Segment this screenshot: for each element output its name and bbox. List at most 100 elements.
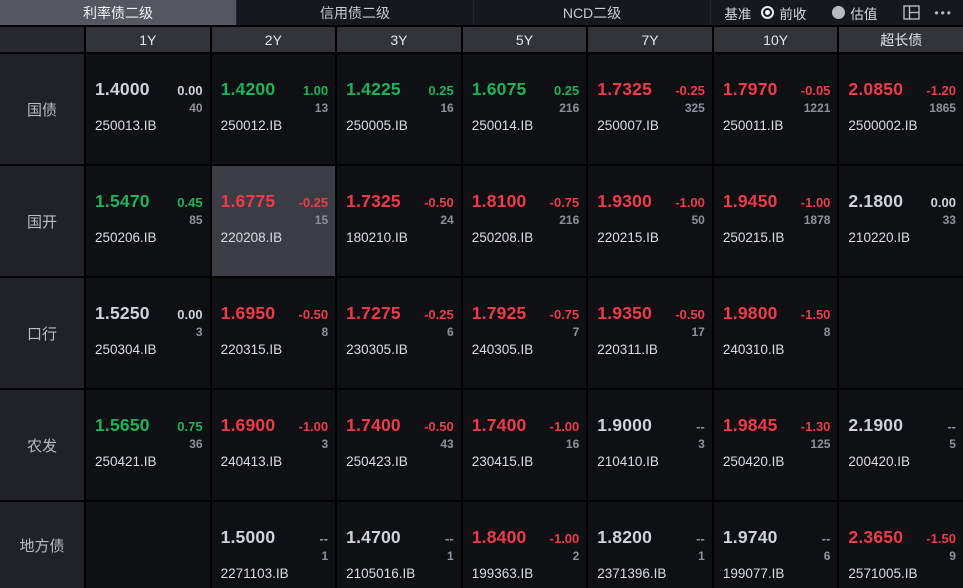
bond-cell[interactable]: 1.8200 -- 1 2371396.IB — [588, 502, 712, 588]
column-header: 超长债 — [839, 27, 963, 52]
yield-value: 1.9300 — [597, 191, 653, 211]
radio-valuation[interactable]: 估值 — [832, 3, 877, 23]
yield-value: 1.7925 — [471, 303, 527, 323]
trade-count: 16 — [565, 437, 580, 451]
change-value: 0.25 — [428, 83, 454, 98]
bond-cell[interactable]: 1.4225 0.25 16 250005.IB — [337, 54, 461, 164]
bond-code: 250011.IB — [722, 118, 784, 133]
row-label: 地方债 — [0, 502, 84, 588]
bond-code: 250421.IB — [95, 454, 157, 469]
trade-count: 50 — [691, 213, 705, 227]
bond-code: 250014.IB — [471, 118, 534, 133]
trade-count: 13 — [314, 101, 329, 115]
bond-code: 240305.IB — [471, 342, 534, 357]
radio-unselected-icon — [832, 6, 846, 19]
bond-code: 220215.IB — [597, 230, 659, 245]
yield-value: 2.0850 — [848, 79, 904, 99]
bond-cell[interactable]: 1.7325 -0.25 325 250007.IB — [588, 54, 712, 164]
change-value: -0.50 — [424, 419, 454, 434]
bond-code: 250208.IB — [471, 230, 534, 245]
trade-count: 15 — [314, 213, 329, 227]
yield-value: 1.4225 — [346, 79, 401, 99]
bond-cell[interactable]: 1.7400 -0.50 43 250423.IB — [337, 390, 461, 500]
yield-value: 1.6950 — [220, 303, 276, 323]
change-value: 0.00 — [930, 195, 956, 210]
bond-code: 250005.IB — [346, 118, 408, 133]
bond-code: 240413.IB — [220, 454, 283, 469]
trade-count: 36 — [189, 437, 203, 451]
bond-cell[interactable]: 1.6950 -0.50 8 220315.IB — [211, 278, 336, 388]
trade-count: 1 — [447, 549, 454, 563]
change-value: -1.50 — [800, 307, 831, 322]
bond-cell[interactable]: 1.9350 -0.50 17 220311.IB — [588, 278, 712, 388]
trade-count: 125 — [810, 437, 831, 451]
header-corner — [0, 27, 84, 52]
yield-value: 1.6775 — [220, 191, 276, 211]
tab-rates-secondary[interactable]: 利率债二级 — [0, 0, 237, 25]
bond-cell[interactable]: 1.5470 0.45 85 250206.IB — [86, 166, 210, 276]
yield-value: 1.4200 — [220, 79, 276, 99]
bond-cell[interactable]: 1.7925 -0.75 7 240305.IB — [462, 278, 587, 388]
tab-credit-secondary[interactable]: 信用债二级 — [237, 0, 474, 25]
bond-cell[interactable]: 1.6900 -1.00 3 240413.IB — [211, 390, 336, 500]
bond-cell[interactable]: 1.9845 -1.30 125 250420.IB — [713, 390, 838, 500]
bond-cell[interactable]: 1.5650 0.75 36 250421.IB — [86, 390, 210, 500]
trade-count: 3 — [195, 325, 203, 339]
trade-count: 40 — [189, 101, 203, 115]
trade-count: 7 — [572, 325, 580, 339]
bond-cell[interactable]: 1.4200 1.00 13 250012.IB — [211, 54, 336, 164]
bond-cell[interactable]: 1.5000 -- 1 2271103.IB — [211, 502, 336, 588]
bond-cell[interactable]: 1.7325 -0.50 24 180210.IB — [337, 166, 461, 276]
bond-cell[interactable]: 1.9740 -- 6 199077.IB — [713, 502, 838, 588]
change-value: -1.50 — [926, 531, 956, 546]
bond-cell[interactable]: 1.7400 -1.00 16 230415.IB — [462, 390, 587, 500]
bond-code: 2571005.IB — [848, 566, 918, 581]
trade-count: 325 — [684, 101, 705, 115]
trade-count: 216 — [559, 213, 580, 227]
yield-value: 1.7325 — [597, 79, 653, 99]
yield-value: 1.7275 — [346, 303, 401, 323]
trade-count: 2 — [572, 549, 580, 563]
bond-cell[interactable]: 1.5250 0.00 3 250304.IB — [86, 278, 210, 388]
yield-value: 1.8400 — [471, 527, 527, 547]
bond-cell[interactable]: 1.7970 -0.05 1221 250011.IB — [713, 54, 838, 164]
bond-cell[interactable]: 1.9800 -1.50 8 240310.IB — [713, 278, 838, 388]
tab-ncd-secondary[interactable]: NCD二级 — [474, 0, 711, 25]
yield-value: 1.8200 — [597, 527, 653, 547]
column-header: 2Y — [211, 27, 336, 52]
layout-icon[interactable] — [903, 5, 921, 20]
radio-prev-close[interactable]: 前收 — [761, 3, 806, 23]
yield-value: 2.3650 — [848, 527, 904, 547]
bond-cell[interactable]: 2.1900 -- 5 200420.IB — [839, 390, 963, 500]
bond-cell[interactable]: 1.6775 -0.25 15 220208.IB — [211, 166, 336, 276]
bond-row: 国开 1.5470 0.45 85 250206.IB 1.6775 -0.25 15 2202… — [0, 166, 963, 276]
bond-cell[interactable]: 2.0850 -1.20 1865 2500002.IB — [839, 54, 963, 164]
yield-value: 1.7970 — [722, 79, 778, 99]
bond-code: 2271103.IB — [220, 566, 289, 581]
bond-cell[interactable]: 1.8100 -0.75 216 250208.IB — [462, 166, 587, 276]
bond-code: 250420.IB — [722, 454, 785, 469]
bond-cell[interactable]: 1.6075 0.25 216 250014.IB — [462, 54, 587, 164]
bond-cell[interactable]: 1.9300 -1.00 50 220215.IB — [588, 166, 712, 276]
bond-code: 250215.IB — [722, 230, 785, 245]
bond-code: 230415.IB — [471, 454, 534, 469]
change-value: -1.00 — [675, 195, 705, 210]
bond-cell[interactable]: 2.3650 -1.50 9 2571005.IB — [839, 502, 963, 588]
row-label: 国开 — [0, 166, 84, 276]
bond-row: 地方债 1.5000 -- 1 2271103.IB 1.4700 -- 1 2105016.I… — [0, 502, 963, 588]
trade-count: 8 — [823, 325, 831, 339]
bond-cell[interactable]: 1.9000 -- 3 210410.IB — [588, 390, 712, 500]
more-icon[interactable]: ••• — [930, 6, 953, 20]
bond-row: 口行 1.5250 0.00 3 250304.IB 1.6950 -0.50 8 220315… — [0, 278, 963, 388]
trade-count: 216 — [559, 101, 580, 115]
bond-cell[interactable]: 1.7275 -0.25 6 230305.IB — [337, 278, 461, 388]
bond-cell[interactable]: 1.4000 0.00 40 250013.IB — [86, 54, 210, 164]
change-value: -- — [696, 419, 705, 434]
bond-cell[interactable]: 1.8400 -1.00 2 199363.IB — [462, 502, 587, 588]
bond-cell[interactable]: 1.9450 -1.00 1878 250215.IB — [713, 166, 838, 276]
change-value: -0.50 — [675, 307, 705, 322]
trade-count: 43 — [440, 437, 454, 451]
bond-cell[interactable]: 2.1800 0.00 33 210220.IB — [839, 166, 963, 276]
bond-cell[interactable]: 1.4700 -- 1 2105016.IB — [337, 502, 461, 588]
change-value: -- — [319, 531, 329, 546]
